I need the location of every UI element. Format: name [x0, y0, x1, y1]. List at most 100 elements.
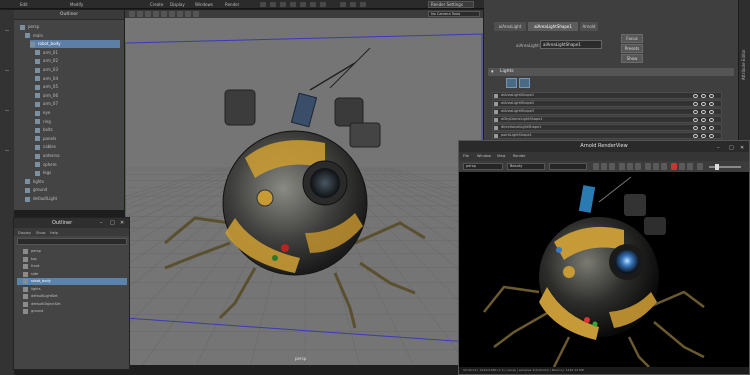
crop-icon[interactable]	[609, 163, 615, 170]
floating-outliner-item[interactable]: persp	[17, 248, 127, 255]
lut-icon[interactable]	[645, 163, 651, 170]
outliner-item[interactable]: panels	[35, 135, 120, 143]
visibility-eye-icon[interactable]	[701, 110, 706, 114]
rotate-tool-icon[interactable]	[280, 2, 286, 7]
render-play-icon[interactable]	[671, 163, 677, 170]
stop-render-icon[interactable]	[679, 163, 685, 170]
focus-button[interactable]: Focus	[621, 34, 643, 43]
rv-menu-render[interactable]: Render	[513, 154, 525, 158]
alpha-channel-icon[interactable]	[627, 163, 633, 170]
light-row[interactable]: directionalLightShape1	[492, 124, 722, 131]
exposure-icon[interactable]	[635, 163, 641, 170]
visibility-eye-icon[interactable]	[693, 110, 698, 114]
visibility-eye-icon[interactable]	[709, 110, 714, 114]
presets-button[interactable]: Presets	[621, 44, 643, 53]
floating-outliner-item[interactable]: ground	[17, 308, 127, 315]
visibility-eye-icon[interactable]	[701, 118, 706, 122]
render-settings-field[interactable]: Render Settings	[428, 1, 474, 8]
render-settings-icon[interactable]	[360, 2, 366, 7]
visibility-eye-icon[interactable]	[709, 94, 714, 98]
outliner-item[interactable]: arm_04	[35, 75, 120, 83]
select-tool-icon[interactable]	[260, 2, 266, 7]
light-row[interactable]: aiAreaLightShape1	[492, 92, 722, 99]
close-icon[interactable]: ✕	[120, 220, 124, 226]
node-name-field[interactable]: aiAreaLightShape1	[540, 40, 602, 49]
visibility-eye-icon[interactable]	[701, 102, 706, 106]
collapse-arrow-icon[interactable]: ▾	[491, 68, 494, 76]
visibility-eye-icon[interactable]	[701, 94, 706, 98]
display-select[interactable]	[549, 163, 587, 170]
snap-point-icon[interactable]	[320, 2, 326, 7]
tab-arnold[interactable]: Arnold	[580, 22, 598, 31]
light-enable-checkbox[interactable]	[494, 110, 498, 114]
scale-tool-icon[interactable]	[290, 2, 296, 7]
visibility-eye-icon[interactable]	[693, 102, 698, 106]
light-row[interactable]: pointLightShape1	[492, 132, 722, 139]
menu-create[interactable]: Create	[150, 2, 163, 7]
camera-icon[interactable]	[129, 11, 135, 17]
exposure-slider-knob[interactable]	[715, 164, 719, 170]
snap-grid-icon[interactable]	[300, 2, 306, 7]
attribute-editor-side-tab[interactable]: Attribute Editor	[738, 0, 750, 147]
move-tool-icon[interactable]	[270, 2, 276, 7]
grid-toggle-icon[interactable]	[177, 11, 183, 17]
visibility-eye-icon[interactable]	[701, 134, 706, 138]
outliner-item[interactable]: antenna	[35, 152, 120, 160]
visibility-eye-icon[interactable]	[709, 102, 714, 106]
menu-help[interactable]: Help	[50, 231, 58, 235]
outliner-item[interactable]: cables	[35, 143, 120, 151]
visibility-eye-icon[interactable]	[693, 94, 698, 98]
light-row[interactable]: aiAreaLightShape3	[492, 108, 722, 115]
visibility-eye-icon[interactable]	[701, 126, 706, 130]
tab-ai-area-light-shape[interactable]: aiAreaLightShape1	[528, 22, 578, 31]
textured-icon[interactable]	[153, 11, 159, 17]
aov-select[interactable]: Beauty	[507, 163, 545, 170]
minimize-icon[interactable]: –	[100, 220, 103, 226]
visibility-eye-icon[interactable]	[693, 126, 698, 130]
ipr-render-icon[interactable]	[350, 2, 356, 7]
outliner-item[interactable]: arm_03	[35, 66, 120, 74]
floating-outliner-item[interactable]: robot_body	[17, 278, 127, 285]
light-enable-checkbox[interactable]	[494, 102, 498, 106]
outliner-item[interactable]: arm_02	[35, 57, 120, 65]
outliner-item[interactable]: arm_01	[35, 49, 120, 57]
outliner-item[interactable]: defaultLight	[25, 195, 120, 203]
outliner-search-input[interactable]	[17, 238, 127, 245]
outliner-item[interactable]: ring	[35, 118, 120, 126]
rv-menu-view[interactable]: View	[497, 154, 505, 158]
visibility-eye-icon[interactable]	[693, 134, 698, 138]
refresh-icon[interactable]	[687, 163, 693, 170]
light-enable-checkbox[interactable]	[494, 134, 498, 138]
settings-icon[interactable]	[697, 163, 703, 170]
tab-ai-area-light[interactable]: aiAreaLight	[494, 22, 526, 31]
menu-show[interactable]: Show	[36, 231, 45, 235]
outliner-item[interactable]: arm_05	[35, 83, 120, 91]
wireframe-icon[interactable]	[137, 11, 143, 17]
outliner-item[interactable]: eye	[35, 109, 120, 117]
outliner-item[interactable]: persp	[20, 23, 120, 31]
visibility-eye-icon[interactable]	[709, 134, 714, 138]
snap-curve-icon[interactable]	[310, 2, 316, 7]
menu-display[interactable]: Display	[18, 231, 31, 235]
camera-select[interactable]: persp	[463, 163, 503, 170]
display-field[interactable]: No Camera Tools	[428, 11, 480, 17]
isolate-icon[interactable]	[185, 11, 191, 17]
light-filter-icon[interactable]	[519, 78, 530, 88]
debug-shading-icon[interactable]	[661, 163, 667, 170]
light-row[interactable]: aiAreaLightShape2	[492, 100, 722, 107]
floating-outliner-item[interactable]: lights	[17, 286, 127, 293]
floating-outliner-item[interactable]: defaultLightSet	[17, 293, 127, 300]
shadows-icon[interactable]	[169, 11, 175, 17]
menu-modify[interactable]: Modify	[70, 2, 83, 7]
visibility-eye-icon[interactable]	[709, 118, 714, 122]
menu-display[interactable]: Display	[170, 2, 185, 7]
show-button[interactable]: Show	[621, 54, 643, 63]
outliner-item[interactable]: ground	[25, 186, 120, 194]
smooth-shade-icon[interactable]	[145, 11, 151, 17]
outliner-item[interactable]: sphere	[35, 161, 120, 169]
floating-outliner-item[interactable]: defaultObjectSet	[17, 301, 127, 308]
menu-windows[interactable]: Windows	[195, 2, 213, 7]
outliner-item[interactable]: arm_07	[35, 100, 120, 108]
visibility-eye-icon[interactable]	[709, 126, 714, 130]
floating-outliner-item[interactable]: side	[17, 271, 127, 278]
